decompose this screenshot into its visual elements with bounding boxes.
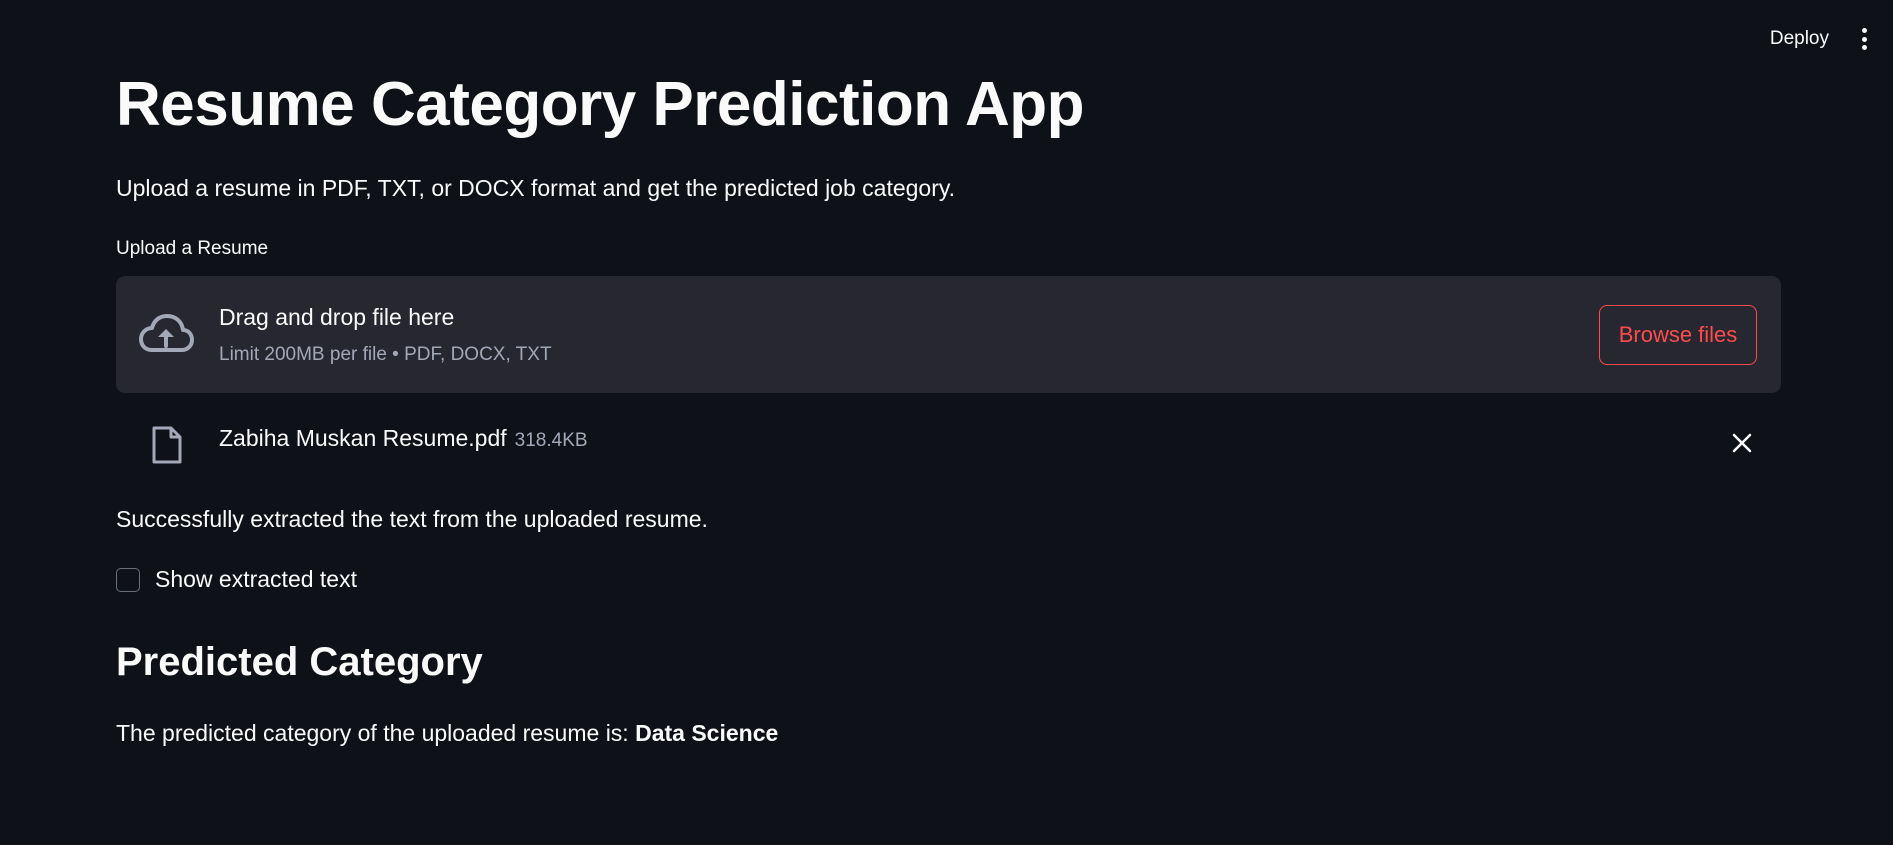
cloud-upload-icon xyxy=(139,314,194,352)
file-icon xyxy=(152,426,182,464)
uploaded-file-name: Zabiha Muskan Resume.pdf 318.4KB xyxy=(219,425,588,452)
file-dropzone[interactable]: Drag and drop file here Limit 200MB per … xyxy=(116,276,1781,393)
checkbox-box[interactable] xyxy=(116,567,140,592)
close-icon[interactable] xyxy=(1729,430,1755,456)
top-toolbar: Deploy xyxy=(1764,0,1893,78)
upload-label: Upload a Resume xyxy=(116,238,269,259)
uploaded-file-row: Zabiha Muskan Resume.pdf 318.4KB xyxy=(116,413,1781,471)
page-subtitle: Upload a resume in PDF, TXT, or DOCX for… xyxy=(116,175,956,201)
dropzone-limit-text: Limit 200MB per file • PDF, DOCX, TXT xyxy=(219,344,552,365)
show-extracted-text-checkbox[interactable]: Show extracted text xyxy=(116,566,357,593)
checkbox-label: Show extracted text xyxy=(155,566,357,592)
page-title: Resume Category Prediction App xyxy=(116,70,1085,139)
predicted-category-heading: Predicted Category xyxy=(116,640,483,684)
browse-files-button[interactable]: Browse files xyxy=(1599,305,1757,365)
prediction-value: Data Science xyxy=(635,720,779,746)
deploy-button[interactable]: Deploy xyxy=(1764,22,1835,56)
success-message: Successfully extracted the text from the… xyxy=(116,506,708,532)
kebab-dot xyxy=(1861,36,1867,42)
dropzone-instructions: Drag and drop file here xyxy=(219,304,455,330)
prediction-prefix: The predicted category of the uploaded r… xyxy=(116,720,636,746)
file-name-text: Zabiha Muskan Resume.pdf xyxy=(219,425,507,451)
kebab-dot xyxy=(1861,28,1867,33)
kebab-dot xyxy=(1861,45,1867,50)
file-size: 318.4KB xyxy=(514,430,588,451)
kebab-menu-icon[interactable] xyxy=(1857,25,1871,53)
prediction-result: The predicted category of the uploaded r… xyxy=(116,720,778,747)
